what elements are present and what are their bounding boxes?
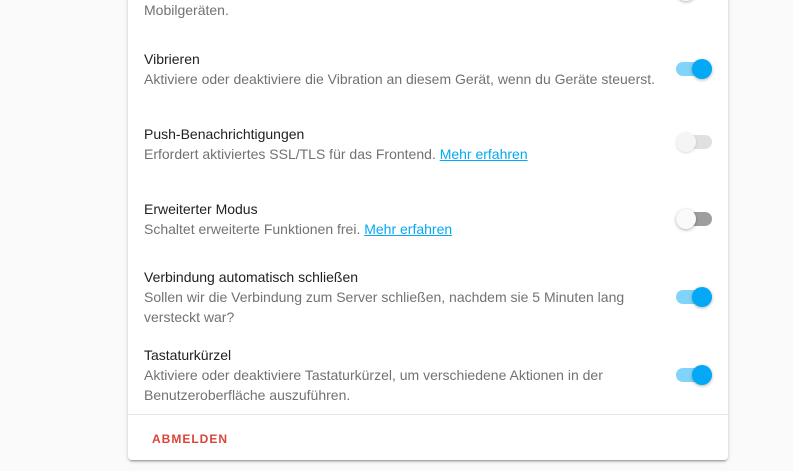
setting-title: Verbindung automatisch schließen [144, 269, 359, 285]
advanced-mode-toggle[interactable] [676, 209, 712, 229]
card-actions: ABMELDEN [128, 414, 728, 461]
setting-description-wrap: Schaltet erweiterte Funktionen frei. Meh… [144, 219, 654, 239]
profile-settings-card: Mobilgeräten. Vibrieren Aktiviere oder d… [128, 0, 728, 460]
setting-description: Schaltet erweiterte Funktionen frei. [144, 221, 361, 237]
vibrate-toggle[interactable] [676, 59, 712, 79]
learn-more-link[interactable]: Mehr erfahren [364, 221, 452, 237]
setting-row-keyboard-shortcuts: Tastaturkürzel Aktiviere oder deaktivier… [144, 345, 712, 405]
setting-title: Push-Benachrichtigungen [144, 126, 305, 142]
setting-row-mobile: Mobilgeräten. [144, 0, 712, 20]
setting-description-wrap: Erfordert aktiviertes SSL/TLS für das Fr… [144, 144, 654, 164]
toggle-thumb [692, 365, 712, 385]
auto-close-toggle[interactable] [676, 287, 712, 307]
keyboard-shortcuts-toggle[interactable] [676, 365, 712, 385]
setting-description: Mobilgeräten. [144, 2, 229, 18]
toggle-thumb [676, 132, 696, 152]
toggle-thumb [692, 287, 712, 307]
learn-more-link[interactable]: Mehr erfahren [440, 146, 528, 162]
setting-title: Erweiterter Modus [144, 201, 258, 217]
push-notifications-toggle[interactable] [676, 132, 712, 152]
setting-description: Aktiviere oder deaktiviere Tastaturkürze… [144, 367, 603, 403]
setting-title: Tastaturkürzel [144, 347, 232, 363]
logout-button[interactable]: ABMELDEN [144, 424, 236, 454]
setting-row-advanced-mode: Erweiterter Modus Schaltet erweiterte Fu… [144, 199, 712, 239]
setting-row-vibrate: Vibrieren Aktiviere oder deaktiviere die… [144, 49, 712, 89]
setting-description: Erfordert aktiviertes SSL/TLS für das Fr… [144, 146, 436, 162]
setting-row-push-notifications: Push-Benachrichtigungen Erfordert aktivi… [144, 124, 712, 164]
setting-description: Aktiviere oder deaktiviere die Vibration… [144, 71, 656, 87]
setting-row-auto-close: Verbindung automatisch schließen Sollen … [144, 267, 712, 327]
toggle-thumb [676, 209, 696, 229]
setting-title: Vibrieren [144, 51, 200, 67]
toggle-thumb [692, 59, 712, 79]
setting-description: Sollen wir die Verbindung zum Server sch… [144, 289, 625, 325]
